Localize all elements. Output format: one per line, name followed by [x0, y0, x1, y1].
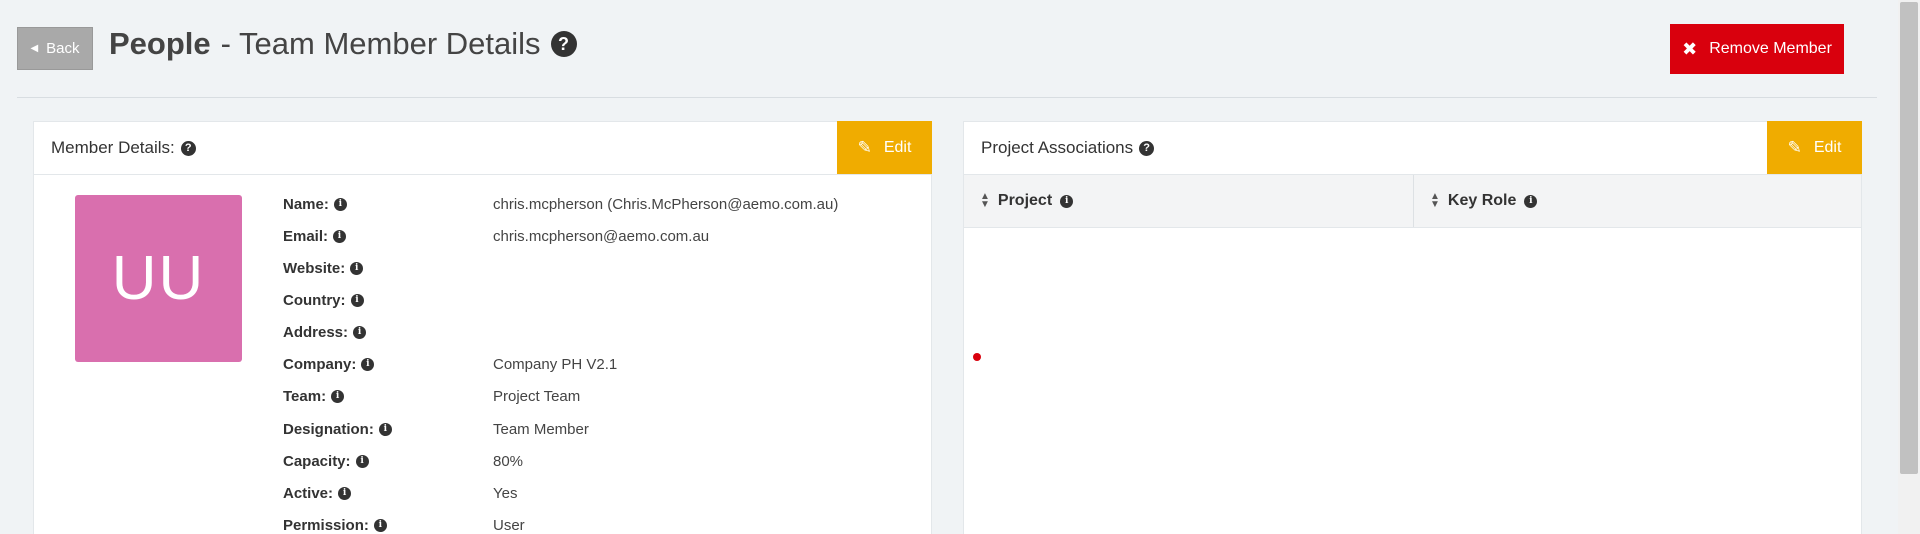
detail-value-capacity: 80%	[493, 452, 524, 470]
detail-value-team: Project Team	[493, 387, 581, 405]
info-icon[interactable]: i	[378, 422, 392, 436]
info-icon[interactable]: i	[331, 389, 345, 403]
back-button[interactable]: ◀ Back	[17, 27, 93, 70]
info-icon[interactable]: i	[333, 197, 347, 211]
page-title: People - Team Member Details ?	[109, 26, 577, 62]
info-icon[interactable]: i	[333, 229, 347, 243]
project-associations-header: Project Associations ? ✎ Edit	[964, 121, 1862, 175]
detail-value-permission: User	[493, 516, 525, 534]
detail-label: Permission:	[283, 516, 369, 534]
sort-icon: ▲ ▼	[980, 191, 990, 210]
column-label: Project	[997, 192, 1053, 209]
detail-label: Team:	[283, 387, 327, 405]
detail-row-address: Address: i	[283, 321, 493, 343]
detail-row-team: Team: i Project Team	[283, 385, 580, 407]
projects-edit-button[interactable]: ✎ Edit	[1767, 121, 1862, 174]
detail-label: Email:	[283, 227, 329, 245]
detail-row-company: Company: i Company PH V2.1	[283, 353, 617, 375]
detail-row-website: Website: i	[283, 257, 493, 279]
detail-row-capacity: Capacity: i 80%	[283, 450, 523, 472]
column-label: Key Role	[1447, 192, 1517, 209]
detail-row-country: Country: i	[283, 289, 493, 311]
page-scrollbar[interactable]	[1898, 0, 1920, 534]
detail-row-active: Active: i Yes	[283, 482, 517, 504]
detail-label: Website:	[283, 259, 346, 277]
pencil-icon: ✎	[857, 137, 872, 157]
detail-value-name: chris.mcpherson (Chris.McPherson@aemo.co…	[493, 195, 839, 213]
info-icon[interactable]: i	[353, 325, 367, 339]
detail-label: Designation:	[283, 420, 374, 438]
member-edit-label: Edit	[883, 138, 912, 156]
info-icon[interactable]: i	[1524, 194, 1538, 208]
detail-label: Name:	[283, 195, 329, 213]
close-icon: ✖	[1682, 38, 1698, 59]
detail-row-name: Name: i chris.mcpherson (Chris.McPherson@…	[283, 193, 838, 215]
remove-member-label: Remove Member	[1709, 40, 1832, 57]
member-details-panel: Member Details: ? ✎ Edit UU Name: i chris…	[33, 121, 932, 534]
detail-row-email: Email: i chris.mcpherson@aemo.com.au	[283, 225, 709, 247]
question-circle-icon[interactable]: ?	[1139, 140, 1155, 156]
info-icon[interactable]: i	[355, 454, 369, 468]
caret-left-icon: ◀	[30, 43, 39, 54]
page-title-subtitle: - Team Member Details	[220, 26, 541, 61]
info-icon[interactable]: i	[350, 261, 364, 275]
sort-icon: ▲ ▼	[1430, 191, 1440, 210]
detail-row-designation: Designation: i Team Member	[283, 418, 589, 440]
remove-member-button[interactable]: ✖ Remove Member	[1670, 24, 1844, 74]
avatar: UU	[75, 195, 242, 362]
pencil-icon: ✎	[1787, 137, 1802, 157]
column-header-key-role[interactable]: ▲ ▼ Key Role i	[1414, 175, 1861, 227]
info-icon[interactable]: i	[361, 357, 375, 371]
project-associations-panel: Project Associations ? ✎ Edit ▲ ▼ Project…	[963, 121, 1862, 534]
scrollbar-thumb[interactable]	[1900, 2, 1918, 474]
member-edit-button[interactable]: ✎ Edit	[837, 121, 932, 174]
detail-label: Country:	[283, 291, 346, 309]
detail-value-company: Company PH V2.1	[493, 355, 618, 373]
detail-value-email: chris.mcpherson@aemo.com.au	[493, 227, 710, 245]
info-icon[interactable]: i	[373, 518, 387, 532]
member-details-title: Member Details:	[51, 138, 175, 157]
detail-label: Capacity:	[283, 452, 351, 470]
detail-label: Active:	[283, 484, 334, 502]
detail-row-permission: Permission: i User	[283, 514, 525, 534]
back-label: Back	[46, 40, 80, 57]
info-icon[interactable]: i	[1060, 194, 1074, 208]
page-title-section: People	[109, 26, 211, 61]
question-circle-icon[interactable]: ?	[180, 140, 196, 156]
member-details-header: Member Details: ? ✎ Edit	[34, 121, 932, 175]
project-associations-title: Project Associations	[981, 138, 1134, 157]
info-icon[interactable]: i	[350, 293, 364, 307]
detail-label: Company:	[283, 355, 357, 373]
question-circle-icon[interactable]: ?	[550, 31, 577, 57]
projects-edit-label: Edit	[1813, 138, 1842, 156]
detail-label: Address:	[283, 323, 349, 341]
loading-indicator-dot	[973, 353, 981, 361]
detail-value-designation: Team Member	[493, 420, 589, 438]
column-header-project[interactable]: ▲ ▼ Project i	[964, 175, 1414, 227]
project-table-header: ▲ ▼ Project i ▲ ▼ Key Role i	[964, 175, 1861, 228]
info-icon[interactable]: i	[338, 486, 352, 500]
detail-value-active: Yes	[493, 484, 518, 502]
